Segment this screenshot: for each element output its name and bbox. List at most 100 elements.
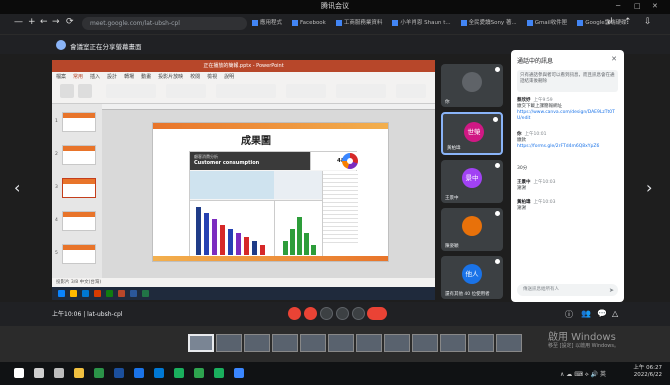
participant-tile[interactable]: 景中 王景中 — [441, 160, 503, 203]
raise-hand-button[interactable] — [320, 307, 333, 320]
minimize-button[interactable]: ─ — [616, 2, 620, 10]
activities-icon[interactable]: △ — [612, 309, 618, 318]
camera-button[interactable] — [304, 307, 317, 320]
taskbar-app-icon[interactable] — [114, 368, 124, 378]
new-slide-icon — [78, 84, 92, 98]
window-thumbnail[interactable] — [216, 334, 242, 352]
window-thumbnail[interactable] — [468, 334, 494, 352]
ppt-tabs: 檔案 常用 插入 設計 轉場 動畫 投影片放映 校閱 檢視 說明 — [56, 73, 241, 80]
ppt-tab[interactable]: 校閱 — [190, 74, 200, 80]
window-thumbnail[interactable] — [328, 334, 354, 352]
windows-taskbar: ∧ ☁ ⌨ ⟡ 🔊 英 上午 06:27 2022/6/22 — [0, 362, 670, 385]
participant-tile[interactable]: 陳姿穎 — [441, 208, 503, 251]
bookmark-item[interactable]: Facebook — [292, 19, 331, 26]
send-icon[interactable]: ➤ — [609, 287, 614, 294]
window-thumbnail[interactable] — [300, 334, 326, 352]
participant-tile[interactable]: 他人 還有其他 40 位使用者 — [441, 256, 503, 299]
taskbar-app-icon[interactable] — [14, 368, 24, 378]
window-thumbnail[interactable] — [496, 334, 522, 352]
shared-screen: 正在播放的簡報.pptx - PowerPoint 檔案 常用 插入 設計 轉場 動畫 投影… — [52, 60, 435, 300]
chat-input[interactable]: 傳送訊息給所有人 — [517, 284, 618, 296]
window-thumbnail[interactable] — [440, 334, 466, 352]
ppt-tab[interactable]: 插入 — [90, 74, 100, 80]
clock[interactable]: 上午 06:27 2022/6/22 — [633, 365, 662, 379]
menu-icon[interactable]: — — [14, 17, 23, 27]
taskbar-app-icon[interactable] — [54, 368, 64, 378]
thumbnail-number: 2 — [55, 152, 58, 157]
ppt-tab[interactable]: 常用 — [73, 74, 83, 80]
dashboard-header: 顧客消費分析 Customer consumption — [190, 152, 310, 170]
bookmark-item[interactable]: 工商服務業資料 — [335, 18, 388, 26]
ppt-tab[interactable]: 檔案 — [56, 74, 66, 80]
taskbar-app-icon[interactable] — [34, 368, 44, 378]
dashboard-image: 顧客消費分析 Customer consumption 4882 — [189, 151, 358, 258]
forward-icon[interactable]: → — [52, 17, 60, 27]
people-icon[interactable]: 👥 — [581, 309, 591, 318]
taskbar-app-icon[interactable] — [194, 368, 204, 378]
taskbar-app-icon[interactable] — [94, 368, 104, 378]
participant-tile[interactable]: 你 — [441, 64, 503, 107]
ppt-tab[interactable]: 設計 — [107, 74, 117, 80]
window-thumbnail[interactable] — [384, 334, 410, 352]
mic-button[interactable] — [288, 307, 301, 320]
taskbar-app-icon[interactable] — [214, 368, 224, 378]
ppt-tab[interactable]: 轉場 — [124, 74, 134, 80]
slide-thumbnail[interactable]: 4 — [55, 211, 96, 231]
activate-windows-subtext: 移至 [設定] 以啟用 Windows。 — [548, 343, 619, 349]
ppt-tab[interactable]: 動畫 — [141, 74, 151, 80]
message-link[interactable]: https://www.canva.com/design/DAE9LzTt0TU… — [517, 110, 617, 122]
message-time: 上午10:03 — [533, 180, 556, 185]
new-tab-icon[interactable]: + — [28, 17, 36, 27]
ppt-tab[interactable]: 檢視 — [207, 74, 217, 80]
participant-tile[interactable]: 世榮 黃柏瑋 — [441, 112, 503, 155]
share-icon[interactable]: ⇡ — [624, 17, 632, 27]
slide-thumbnail[interactable]: 2 — [55, 145, 96, 165]
info-icon[interactable]: ⓘ — [565, 309, 573, 320]
ppt-tab[interactable]: 投影片放映 — [158, 74, 183, 80]
window-thumbnail[interactable] — [188, 334, 214, 352]
message-link[interactable]: https://forms.gle/2rFTd4m6Q8xYpZ6 — [517, 144, 617, 150]
end-call-button[interactable] — [367, 307, 387, 320]
window-thumbnail[interactable] — [412, 334, 438, 352]
close-button[interactable]: ✕ — [652, 2, 658, 10]
download-icon[interactable]: ⇩ — [644, 17, 652, 27]
message-time: 上午10:03 — [533, 200, 556, 205]
ppt-tab[interactable]: 說明 — [224, 74, 234, 80]
reload-icon[interactable]: ⟳ — [66, 17, 74, 27]
more-options-button[interactable] — [352, 307, 365, 320]
slide-thumbnail[interactable]: 3 — [55, 178, 96, 198]
window-thumbnail[interactable] — [244, 334, 270, 352]
address-bar[interactable]: meet.google.com/lat-ubsh-cpl — [82, 17, 247, 30]
taskbar-app-icon[interactable] — [234, 368, 244, 378]
present-button[interactable] — [336, 307, 349, 320]
slide-thumbnail[interactable]: 5 — [55, 244, 96, 264]
dashboard-bar — [228, 229, 233, 255]
collapse-icon[interactable]: ↲ — [606, 17, 614, 27]
bookmark-item[interactable]: Gmail收件匣 — [526, 18, 573, 26]
bookmark-label: Gmail收件匣 — [534, 20, 568, 26]
next-arrow-icon[interactable]: › — [646, 178, 652, 197]
prev-arrow-icon[interactable]: ‹ — [14, 178, 20, 197]
message-text: 30分 — [517, 166, 528, 171]
taskbar-app-icon[interactable] — [134, 368, 144, 378]
bookmark-item[interactable]: 全民愛讀Sony 著... — [460, 18, 522, 26]
bookmark-item[interactable]: 應用程式 — [252, 18, 287, 26]
bookmark-item[interactable]: 小羊肖恩 Shaun t... — [392, 18, 455, 26]
window-thumbnail[interactable] — [272, 334, 298, 352]
taskbar-app-icon[interactable] — [174, 368, 184, 378]
map-panel — [190, 171, 274, 199]
bookmark-label: 全民愛讀Sony 著... — [468, 20, 517, 26]
ppt-title-bar: 正在播放的簡報.pptx - PowerPoint — [52, 60, 435, 72]
taskbar-app-icon[interactable] — [74, 368, 84, 378]
chat-icon[interactable]: 💬 — [597, 309, 607, 318]
system-tray[interactable]: ∧ ☁ ⌨ ⟡ 🔊 英 — [560, 369, 606, 379]
chat-close-button[interactable]: ✕ — [611, 55, 617, 63]
participant-name: 黃柏瑋 — [447, 146, 461, 151]
bookmark-icon — [392, 19, 399, 26]
taskbar-app-icon[interactable] — [154, 368, 164, 378]
window-thumbnail[interactable] — [356, 334, 382, 352]
slide-thumbnail[interactable]: 1 — [55, 112, 96, 132]
mic-status-icon — [493, 117, 498, 122]
back-icon[interactable]: ← — [40, 17, 48, 27]
maximize-button[interactable]: □ — [634, 2, 641, 10]
